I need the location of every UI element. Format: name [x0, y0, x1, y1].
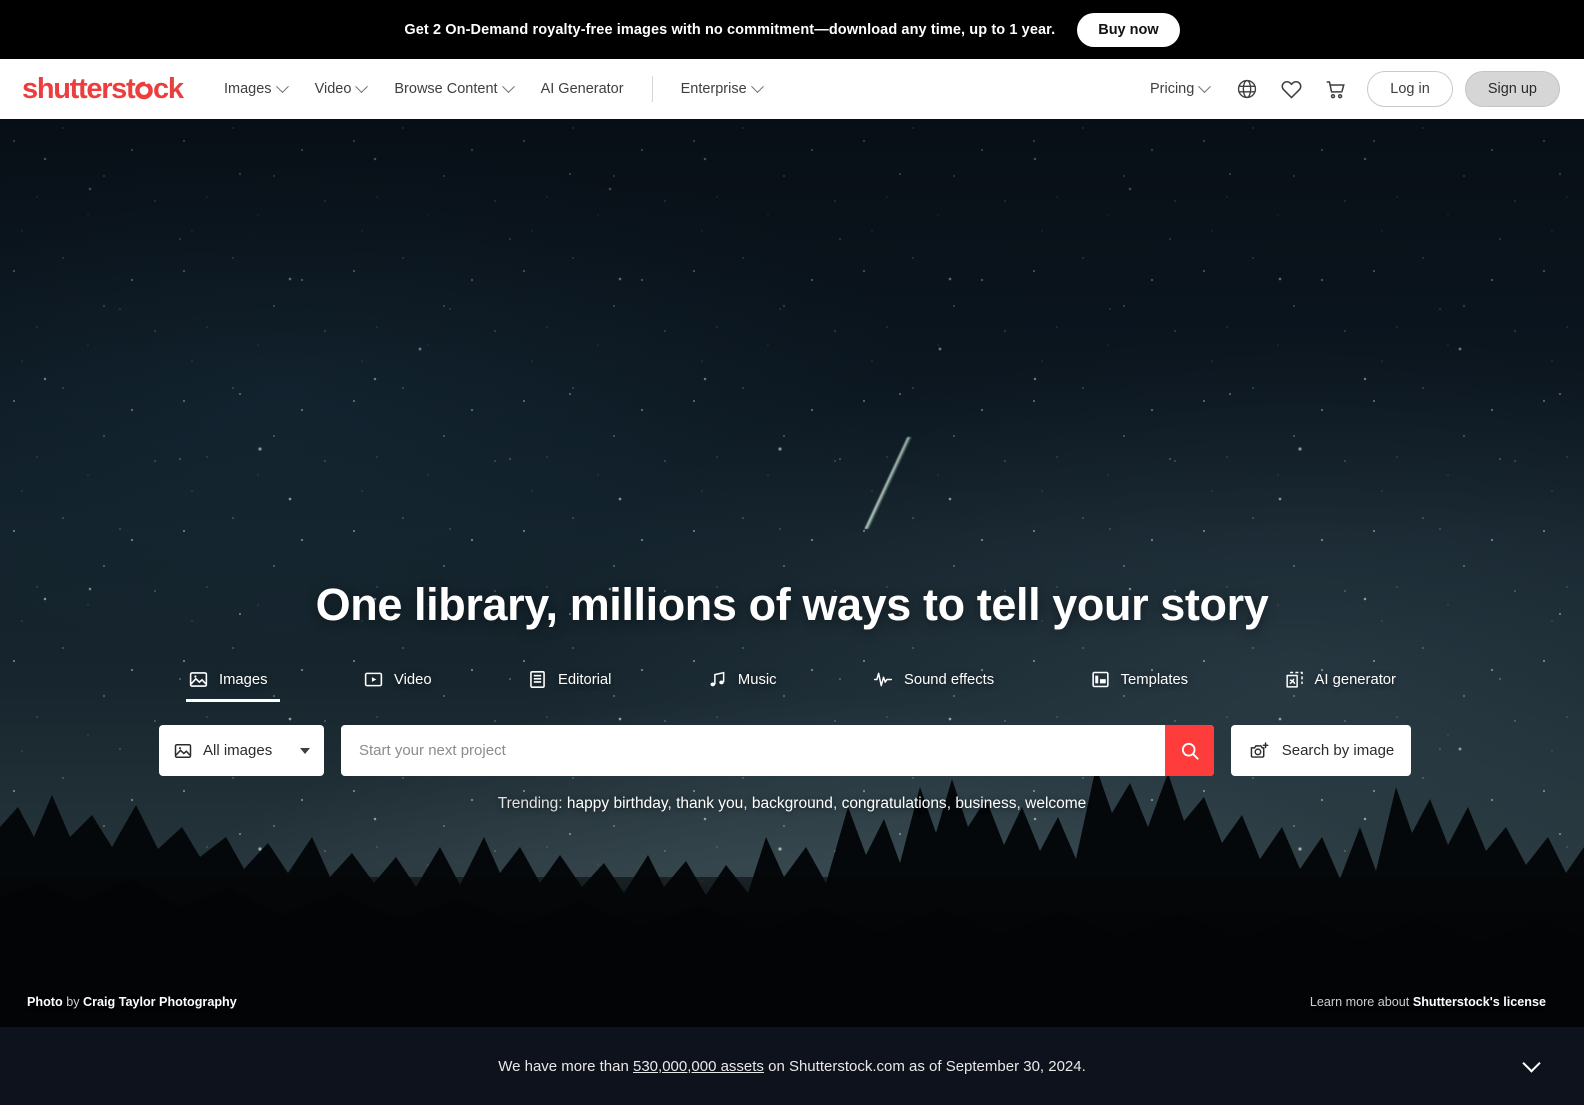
nav-item-video-label: Video: [314, 81, 352, 97]
search-submit-button[interactable]: [1165, 725, 1214, 776]
media-type-tabs: Images Video Editorial Music Sound effec…: [186, 665, 1398, 702]
site-header: shutterst ck Images Video Browse Content…: [0, 59, 1584, 119]
page-title: One library, millions of ways to tell yo…: [315, 579, 1269, 630]
globe-icon: [1238, 79, 1257, 99]
hero-section: One library, millions of ways to tell yo…: [0, 119, 1584, 1027]
music-note-icon: [710, 671, 725, 687]
photo-credit: Photo by Craig Taylor Photography: [27, 995, 237, 1009]
search-input-wrapper: [341, 725, 1214, 776]
tab-editorial[interactable]: Editorial: [525, 665, 613, 702]
hero-content: One library, millions of ways to tell yo…: [0, 119, 1584, 1027]
tab-templates[interactable]: Templates: [1088, 665, 1190, 702]
image-icon: [174, 743, 192, 758]
nav-item-browse-content-label: Browse Content: [394, 81, 498, 97]
nav-item-video[interactable]: Video: [301, 73, 381, 105]
chevron-down-icon: [750, 79, 764, 93]
chevron-down-icon: [501, 79, 515, 93]
promo-banner-text: Get 2 On-Demand royalty-free images with…: [404, 21, 1056, 38]
trending-term-1[interactable]: thank you: [676, 795, 743, 812]
trending-term-2[interactable]: background: [752, 795, 833, 812]
svg-text:shutterst: shutterst: [22, 74, 136, 104]
image-icon: [189, 672, 208, 687]
asset-count-prefix: We have more than: [498, 1057, 633, 1075]
chevron-down-icon: [275, 79, 289, 93]
nav-item-pricing[interactable]: Pricing: [1136, 73, 1223, 105]
tab-editorial-label: Editorial: [557, 671, 612, 688]
photo-credit-prefix: Photo: [27, 995, 63, 1009]
trending-term-0[interactable]: happy birthday: [567, 795, 668, 812]
tab-video[interactable]: Video: [361, 665, 434, 702]
chevron-down-icon: [355, 79, 369, 93]
chevron-down-icon: [300, 747, 310, 754]
nav-item-browse-content[interactable]: Browse Content: [380, 73, 526, 105]
favorites-button[interactable]: [1271, 69, 1311, 109]
tab-music-label: Music: [737, 671, 777, 688]
asset-type-dropdown-label: All images: [203, 742, 273, 759]
tab-sound-effects[interactable]: Sound effects: [870, 665, 996, 702]
waveform-icon: [873, 672, 893, 687]
cart-button[interactable]: [1315, 69, 1355, 109]
nav-item-ai-generator-label: AI Generator: [540, 81, 624, 97]
nav-item-images-label: Images: [224, 81, 272, 97]
header-actions: Pricing Log in Sign up: [1136, 69, 1560, 109]
svg-text:ck: ck: [153, 74, 185, 104]
search-input[interactable]: [341, 725, 1165, 776]
signup-button[interactable]: Sign up: [1464, 71, 1560, 107]
asset-count-text: We have more than 530,000,000 assets on …: [498, 1058, 1086, 1075]
tab-video-label: Video: [393, 671, 432, 688]
page-root: Get 2 On-Demand royalty-free images with…: [0, 0, 1584, 1105]
primary-nav: Images Video Browse Content AI Generator…: [210, 73, 776, 105]
chevron-down-icon[interactable]: [1522, 1054, 1541, 1073]
language-selector-button[interactable]: [1227, 69, 1267, 109]
buy-now-button[interactable]: Buy now: [1077, 12, 1180, 47]
search-by-image-button[interactable]: Search by image: [1231, 725, 1411, 776]
tab-music[interactable]: Music: [705, 665, 779, 702]
trending-term-5[interactable]: welcome: [1025, 795, 1086, 812]
nav-divider: [651, 76, 653, 102]
cart-icon: [1326, 80, 1345, 98]
promo-banner: Get 2 On-Demand royalty-free images with…: [0, 0, 1584, 59]
shutterstock-logo-mark: shutterst ck: [22, 74, 186, 104]
tab-images[interactable]: Images: [186, 665, 280, 702]
nav-item-images[interactable]: Images: [210, 73, 301, 105]
search-by-image-label: Search by image: [1281, 742, 1395, 759]
tab-images-label: Images: [219, 671, 268, 688]
layout-icon: [1092, 671, 1109, 688]
ai-sparkle-icon: [1285, 671, 1303, 688]
search-icon: [1181, 742, 1199, 760]
trending-label: Trending:: [497, 795, 563, 812]
nav-item-pricing-label: Pricing: [1149, 81, 1195, 97]
trending-searches: Trending: happy birthday, thank you, bac…: [497, 795, 1087, 812]
document-lines-icon: [530, 671, 545, 688]
tab-sound-effects-label: Sound effects: [903, 671, 995, 688]
tab-templates-label: Templates: [1120, 671, 1189, 688]
asset-count-highlight[interactable]: 530,000,000 assets: [633, 1058, 764, 1075]
asset-count-bar: We have more than 530,000,000 assets on …: [0, 1027, 1584, 1105]
trending-term-4[interactable]: business: [955, 795, 1016, 812]
video-play-icon: [364, 672, 383, 687]
search-bar: All images Start your next project Searc…: [159, 725, 1411, 776]
tab-ai-generator[interactable]: AI generator: [1282, 665, 1398, 702]
login-button[interactable]: Log in: [1367, 71, 1453, 107]
tab-ai-generator-label: AI generator: [1314, 671, 1396, 688]
nav-item-enterprise-label: Enterprise: [680, 81, 747, 97]
photo-credit-by: by: [66, 995, 80, 1009]
license-link[interactable]: Learn more about Shutterstock's license: [1310, 995, 1546, 1009]
nav-item-ai-generator[interactable]: AI Generator: [527, 73, 638, 105]
chevron-down-icon: [1198, 79, 1212, 93]
asset-count-suffix: on Shutterstock.com as of September 30, …: [763, 1057, 1086, 1075]
trending-term-3[interactable]: congratulations: [842, 795, 947, 812]
heart-icon: [1281, 80, 1302, 99]
photo-credit-author[interactable]: Craig Taylor Photography: [83, 995, 237, 1009]
nav-item-enterprise[interactable]: Enterprise: [667, 73, 776, 105]
license-link-text: Shutterstock's license: [1412, 995, 1546, 1009]
asset-type-dropdown[interactable]: All images: [159, 725, 324, 776]
camera-plus-icon: [1250, 741, 1269, 758]
license-prefix: Learn more about: [1309, 995, 1413, 1009]
shutterstock-logo[interactable]: shutterst ck: [22, 74, 188, 104]
